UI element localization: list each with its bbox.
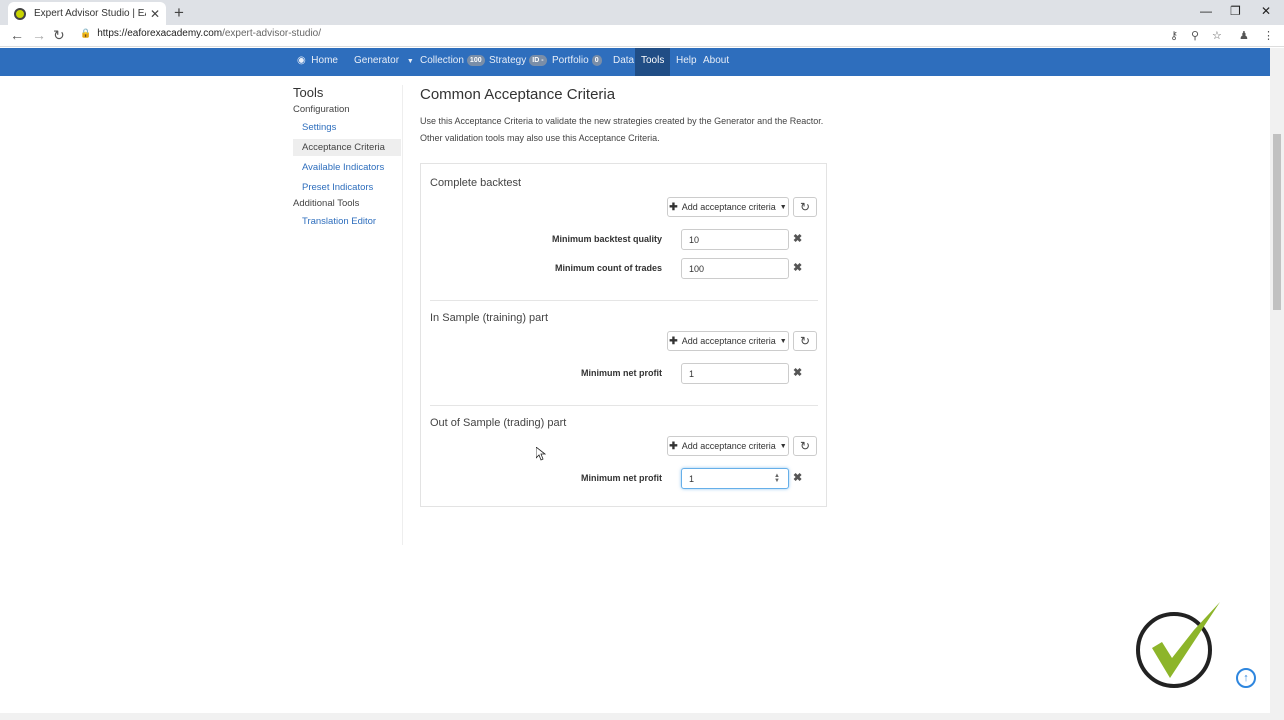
browser-tabbar: Expert Advisor Studio | EA Forex ✕ + — ❐… xyxy=(0,0,1284,25)
nav-home-label: Home xyxy=(311,55,338,66)
zoom-icon[interactable]: ⚲ xyxy=(1191,29,1199,42)
criteria-label: Minimum backtest quality xyxy=(551,234,662,244)
nav-portfolio-label: Portfolio xyxy=(552,55,589,66)
nav-tools[interactable]: Tools xyxy=(635,48,671,76)
sidebar-title: Tools xyxy=(293,85,324,100)
sidebar-item-translation-editor[interactable]: Translation Editor xyxy=(293,213,402,230)
section-title-complete-backtest: Complete backtest xyxy=(430,177,522,189)
portfolio-badge: 0 xyxy=(591,54,602,66)
remove-criteria-icon[interactable]: ✖ xyxy=(793,471,802,484)
section-title-in-sample: In Sample (training) part xyxy=(430,312,548,324)
page-title: Common Acceptance Criteria xyxy=(420,86,616,103)
criteria-label: Minimum count of trades xyxy=(554,263,662,273)
nav-strategy[interactable]: Strategy ID - xyxy=(489,48,547,76)
reset-criteria-button[interactable]: ↻ xyxy=(793,197,817,217)
new-tab-button[interactable]: + xyxy=(174,3,184,23)
back-icon[interactable]: ← xyxy=(10,27,24,43)
address-bar: ← → ↻ 🔒 https://eaforexacademy.com/exper… xyxy=(0,25,1284,47)
add-criteria-label: Add acceptance criteria xyxy=(681,336,776,346)
tools-sidebar: Tools Configuration Settings Acceptance … xyxy=(293,85,403,545)
profile-icon[interactable]: ♟ xyxy=(1239,29,1249,42)
description-line-2: Other validation tools may also use this… xyxy=(420,133,660,143)
tab-close-icon[interactable]: ✕ xyxy=(150,7,160,21)
main-content: Common Acceptance Criteria Use this Acce… xyxy=(420,86,827,507)
horizontal-scrollbar[interactable] xyxy=(0,713,1270,720)
caret-down-icon: ▼ xyxy=(779,337,787,345)
app-navbar: ◉ Home Generator ▼ Collection 100 Strateg… xyxy=(0,48,1270,76)
forward-icon[interactable]: → xyxy=(32,27,46,43)
refresh-icon: ↻ xyxy=(799,334,811,348)
sidebar-section-additional-tools: Additional Tools xyxy=(293,198,360,209)
minimize-icon[interactable]: — xyxy=(1200,4,1212,18)
remove-criteria-icon[interactable]: ✖ xyxy=(793,366,802,379)
section-divider xyxy=(430,405,818,406)
url-host: https://eaforexacademy.com xyxy=(97,28,223,39)
scroll-to-top-button[interactable]: ↑ xyxy=(1236,668,1256,688)
add-criteria-button[interactable]: ✚ Add acceptance criteria ▼ xyxy=(667,436,789,456)
criteria-input-min-count-trades[interactable] xyxy=(681,258,789,279)
reset-criteria-button[interactable]: ↻ xyxy=(793,331,817,351)
plus-icon: ✚ xyxy=(669,335,678,347)
nav-help[interactable]: Help xyxy=(676,48,697,76)
url-field[interactable]: 🔒 https://eaforexacademy.com/expert-advi… xyxy=(80,28,321,39)
star-icon[interactable]: ☆ xyxy=(1212,29,1222,42)
browser-tab[interactable]: Expert Advisor Studio | EA Forex ✕ xyxy=(8,2,166,25)
section-divider xyxy=(430,300,818,301)
checkmark-logo-icon xyxy=(1136,602,1220,688)
criteria-label: Minimum net profit xyxy=(581,473,662,483)
nav-collection[interactable]: Collection 100 xyxy=(420,48,485,76)
home-icon: ◉ xyxy=(297,55,306,66)
close-icon[interactable]: ✕ xyxy=(1261,4,1271,18)
number-spinner-icon[interactable]: ▲ ▼ xyxy=(774,473,780,484)
sidebar-item-preset-indicators[interactable]: Preset Indicators xyxy=(293,179,402,196)
scrollbar-thumb[interactable] xyxy=(1273,134,1281,310)
description-line-1: Use this Acceptance Criteria to validate… xyxy=(420,116,824,126)
section-title-out-of-sample: Out of Sample (trading) part xyxy=(430,417,567,429)
nav-data[interactable]: Data xyxy=(613,48,634,76)
criteria-label: Minimum net profit xyxy=(581,368,662,378)
refresh-icon: ↻ xyxy=(799,439,811,453)
caret-down-icon: ▼ xyxy=(779,203,787,211)
reload-icon[interactable]: ↻ xyxy=(53,27,65,44)
plus-icon: ✚ xyxy=(669,440,678,452)
arrow-up-icon: ↑ xyxy=(1243,672,1249,684)
nav-strategy-label: Strategy xyxy=(489,55,527,66)
nav-home[interactable]: ◉ Home xyxy=(297,48,338,76)
add-criteria-label: Add acceptance criteria xyxy=(681,441,776,451)
sidebar-section-configuration: Configuration xyxy=(293,104,350,115)
mouse-cursor-icon xyxy=(536,447,546,461)
menu-icon[interactable]: ⋮ xyxy=(1263,29,1274,42)
key-icon[interactable]: ⚷ xyxy=(1170,29,1178,42)
criteria-panel: Complete backtest ✚ Add acceptance criter… xyxy=(420,163,827,507)
sidebar-item-available-indicators[interactable]: Available Indicators xyxy=(293,159,402,176)
criteria-input-oos-min-net-profit[interactable] xyxy=(681,468,789,489)
refresh-icon: ↻ xyxy=(799,200,811,214)
strategy-badge: ID - xyxy=(529,54,547,66)
url-path: /expert-advisor-studio/ xyxy=(222,28,322,39)
criteria-input-is-min-net-profit[interactable] xyxy=(681,363,789,384)
sidebar-item-acceptance-criteria[interactable]: Acceptance Criteria xyxy=(293,139,401,156)
tab-title: Expert Advisor Studio | EA Forex xyxy=(34,8,146,19)
reset-criteria-button[interactable]: ↻ xyxy=(793,436,817,456)
add-criteria-button[interactable]: ✚ Add acceptance criteria ▼ xyxy=(667,197,789,217)
remove-criteria-icon[interactable]: ✖ xyxy=(793,261,802,274)
caret-down-icon: ▼ xyxy=(403,58,414,65)
lock-icon: 🔒 xyxy=(80,28,92,38)
add-criteria-button[interactable]: ✚ Add acceptance criteria ▼ xyxy=(667,331,789,351)
criteria-input-min-backtest-quality[interactable] xyxy=(681,229,789,250)
nav-about[interactable]: About xyxy=(703,48,729,76)
caret-down-icon: ▼ xyxy=(779,442,787,450)
vertical-scrollbar[interactable] xyxy=(1270,48,1284,720)
nav-generator-label: Generator xyxy=(354,55,400,66)
nav-collection-label: Collection xyxy=(420,55,464,66)
remove-criteria-icon[interactable]: ✖ xyxy=(793,232,802,245)
add-criteria-label: Add acceptance criteria xyxy=(681,202,776,212)
restore-icon[interactable]: ❐ xyxy=(1230,4,1241,18)
sidebar-item-settings[interactable]: Settings xyxy=(293,119,402,136)
collection-badge: 100 xyxy=(466,54,485,66)
nav-portfolio[interactable]: Portfolio 0 xyxy=(552,48,602,76)
nav-generator[interactable]: Generator ▼ xyxy=(354,48,414,76)
plus-icon: ✚ xyxy=(669,201,678,213)
favicon-icon xyxy=(14,7,26,20)
